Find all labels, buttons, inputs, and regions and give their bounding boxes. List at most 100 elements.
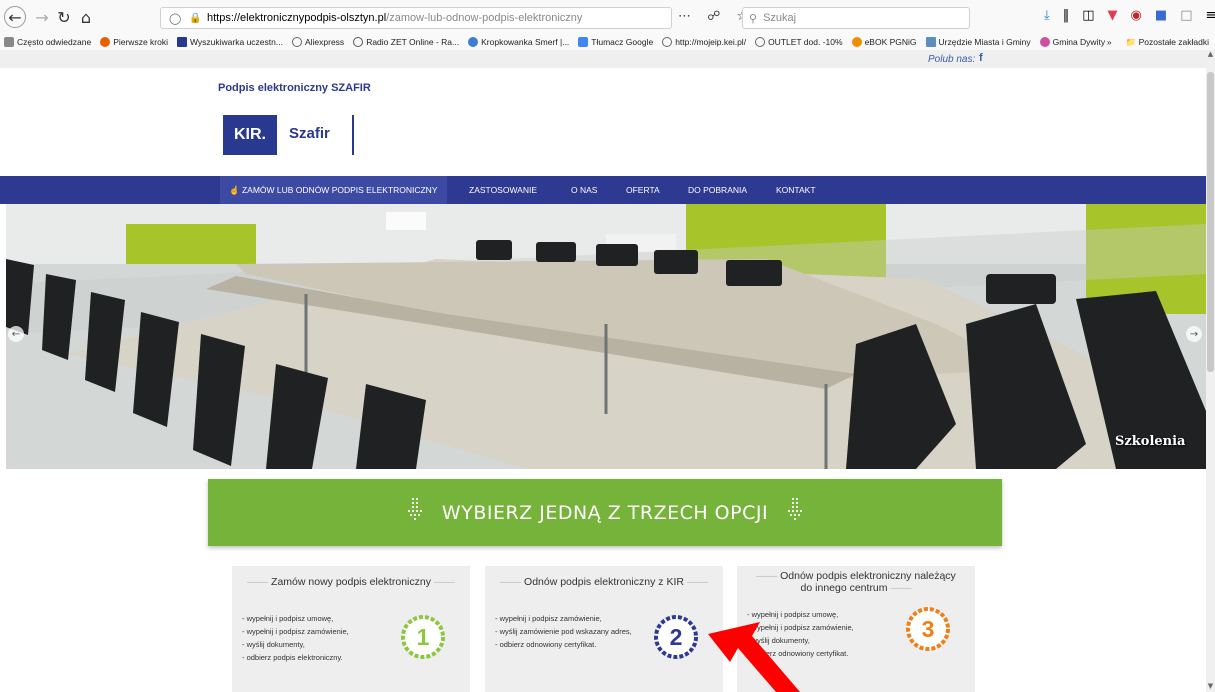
- menu-icon[interactable]: ≡: [1205, 8, 1215, 23]
- bookmark-item[interactable]: Wyszukiwarka uczestn...: [176, 37, 283, 47]
- bookmark-item[interactable]: http://mojeip.kei.pl/: [662, 37, 746, 47]
- bookmarks-overflow: » 📁 Pozostałe zakładki: [1106, 34, 1215, 50]
- bookmark-item[interactable]: Pierwsze kroki: [100, 37, 168, 47]
- addon-icon[interactable]: ■: [1155, 8, 1167, 23]
- page-scrollbar[interactable]: ▲ ▼: [1206, 50, 1215, 692]
- slider-prev-icon[interactable]: ←: [8, 326, 24, 342]
- arrow-down-icon: [406, 498, 424, 527]
- hand-pointer-icon: ☝: [229, 185, 240, 195]
- pocket-icon[interactable]: ▼: [1108, 8, 1118, 23]
- kir-logo-mark: KIR.: [223, 115, 277, 155]
- option-steps: - wypełnij i podpisz umowę, - wypełnij i…: [242, 612, 402, 664]
- web-page: Polub nas: f Podpis elektroniczny SZAFIR…: [0, 50, 1206, 692]
- list-item: - wypełnij i podpisz zamówienie,: [242, 627, 349, 636]
- option-title: —— Zamów nowy podpis elektroniczny ——: [247, 576, 455, 588]
- bookmark-item[interactable]: eBOK PGNiG: [851, 37, 917, 47]
- globe-icon: [662, 37, 673, 47]
- kir-icon: [176, 37, 187, 47]
- bookmark-item[interactable]: Kropkowanka Smerf |...: [468, 37, 569, 47]
- bookmark-item[interactable]: OUTLET dod. -10%: [755, 37, 843, 47]
- list-item: - odbierz odnowiony certyfikat.: [495, 640, 597, 649]
- banner-text: WYBIERZ JEDNĄ Z TRZECH OPCJI: [441, 501, 769, 524]
- facebook-icon[interactable]: f: [979, 52, 983, 64]
- url-host: https://elektronicznypodpis-olsztyn.pl: [207, 12, 387, 24]
- translate-icon: [578, 37, 589, 47]
- bookmark-item[interactable]: Radio ZET Online - Ra...: [353, 37, 459, 47]
- nav-item-usage[interactable]: ZASTOSOWANIE: [469, 185, 537, 195]
- download-icon[interactable]: ⤓: [1044, 8, 1050, 23]
- bookmarks-bar: Często odwiedzane Pierwsze kroki Wyszuki…: [0, 34, 1215, 50]
- svg-text:1: 1: [417, 624, 430, 650]
- svg-text:2: 2: [670, 624, 683, 650]
- list-item: - odbierz podpis elektroniczny.: [242, 653, 343, 662]
- city-icon: [925, 37, 936, 47]
- scroll-down-icon[interactable]: ▼: [1206, 682, 1215, 692]
- scroll-thumb[interactable]: [1207, 72, 1214, 372]
- number-two-badge-icon: 2: [654, 615, 698, 659]
- nav-item-downloads[interactable]: DO POBRANIA: [688, 185, 747, 195]
- chevron-right-icon[interactable]: »: [1107, 37, 1112, 47]
- folder-icon: 📁: [1125, 36, 1137, 47]
- nav-item-about[interactable]: O NAS: [571, 185, 597, 195]
- number-one-badge-icon: 1: [401, 615, 445, 659]
- tracking-shield-icon[interactable]: ◯: [169, 12, 181, 25]
- top-strip: [0, 50, 1206, 68]
- slide-caption: Szkolenia: [1115, 434, 1186, 449]
- library-icon[interactable]: ‖: [1063, 8, 1070, 23]
- forward-icon[interactable]: →: [30, 5, 54, 29]
- hero-slider: ← → Szkolenia: [6, 204, 1206, 469]
- nav-item-contact[interactable]: KONTAKT: [776, 185, 816, 195]
- list-item: - wypełnij i podpisz zamówienie,: [495, 614, 602, 623]
- flame-icon: [851, 37, 862, 47]
- globe-icon: [291, 37, 302, 47]
- option-card-new[interactable]: —— Zamów nowy podpis elektroniczny —— - …: [232, 566, 470, 692]
- url-bar[interactable]: ◯ 🔒 https://elektronicznypodpis-olsztyn.…: [160, 7, 672, 29]
- screenshot-icon[interactable]: □: [1180, 8, 1192, 23]
- browser-chrome: ← → ↻ ⌂ ◯ 🔒 https://elektronicznypodpis-…: [0, 0, 1215, 50]
- option-card-renew-kir[interactable]: —— Odnów podpis elektroniczny z KIR —— -…: [485, 566, 723, 692]
- kir-szafir-logo[interactable]: KIR. Szafir: [223, 115, 363, 155]
- globe-icon: [755, 37, 766, 47]
- arrow-down-icon: [786, 498, 804, 527]
- scroll-up-icon[interactable]: ▲: [1206, 50, 1215, 60]
- bookmark-item[interactable]: Aliexpress: [291, 37, 344, 47]
- other-bookmarks[interactable]: 📁 Pozostałe zakładki: [1126, 37, 1209, 48]
- url-path: /zamow-lub-odnow-podpis-elektroniczny: [386, 12, 583, 24]
- extension-icon[interactable]: ◉: [1131, 8, 1142, 23]
- conference-room-photo: [6, 204, 1206, 469]
- list-item: - wypełnij i podpisz umowę,: [747, 610, 839, 619]
- main-nav: ☝ ZAMÓW LUB ODNÓW PODPIS ELEKTRONICZNY Z…: [0, 176, 1206, 204]
- like-us-label: Polub nas:: [928, 54, 976, 65]
- reload-icon[interactable]: ↻: [52, 5, 76, 29]
- gear-icon: [4, 37, 14, 47]
- option-steps: - wypełnij i podpisz zamówienie, - wyśli…: [495, 612, 645, 651]
- list-item: - wypełnij i podpisz umowę,: [242, 614, 334, 623]
- svg-text:3: 3: [922, 616, 935, 642]
- option-title: —— Odnów podpis elektroniczny należący d…: [756, 570, 956, 594]
- firefox-icon: [100, 37, 111, 47]
- site-title: Podpis elektroniczny SZAFIR: [218, 82, 371, 94]
- bookmark-item[interactable]: Często odwiedzane: [4, 37, 91, 47]
- choose-option-banner: WYBIERZ JEDNĄ Z TRZECH OPCJI: [208, 479, 1002, 546]
- nav-item-offer[interactable]: OFERTA: [626, 185, 660, 195]
- szafir-logo-text: Szafir: [289, 125, 330, 142]
- smurf-icon: [468, 37, 479, 47]
- sidebar-icon[interactable]: ◫: [1082, 8, 1094, 23]
- logo-divider: [352, 115, 354, 155]
- nav-item-order-renew[interactable]: ☝ ZAMÓW LUB ODNÓW PODPIS ELEKTRONICZNY: [220, 176, 447, 204]
- browser-toolbar: ← → ↻ ⌂ ◯ 🔒 https://elektronicznypodpis-…: [0, 0, 1215, 34]
- back-icon[interactable]: ←: [4, 6, 26, 28]
- search-placeholder: Szukaj: [763, 12, 797, 24]
- bookmark-item[interactable]: Tłumacz Google: [578, 37, 653, 47]
- home-icon[interactable]: ⌂: [74, 5, 98, 29]
- search-input[interactable]: ⚲ Szukaj: [742, 7, 970, 29]
- location-pin-icon: [1039, 37, 1050, 47]
- radio-icon: [353, 37, 364, 47]
- number-three-badge-icon: 3: [906, 607, 950, 651]
- search-icon: ⚲: [749, 12, 758, 25]
- bookmark-item[interactable]: Gmina Dywity: [1039, 37, 1105, 47]
- lock-icon[interactable]: 🔒: [189, 13, 201, 24]
- bookmark-item[interactable]: Urzędzie Miasta i Gminy: [925, 37, 1031, 47]
- slider-next-icon[interactable]: →: [1186, 326, 1202, 342]
- red-annotation-arrow: [708, 622, 800, 692]
